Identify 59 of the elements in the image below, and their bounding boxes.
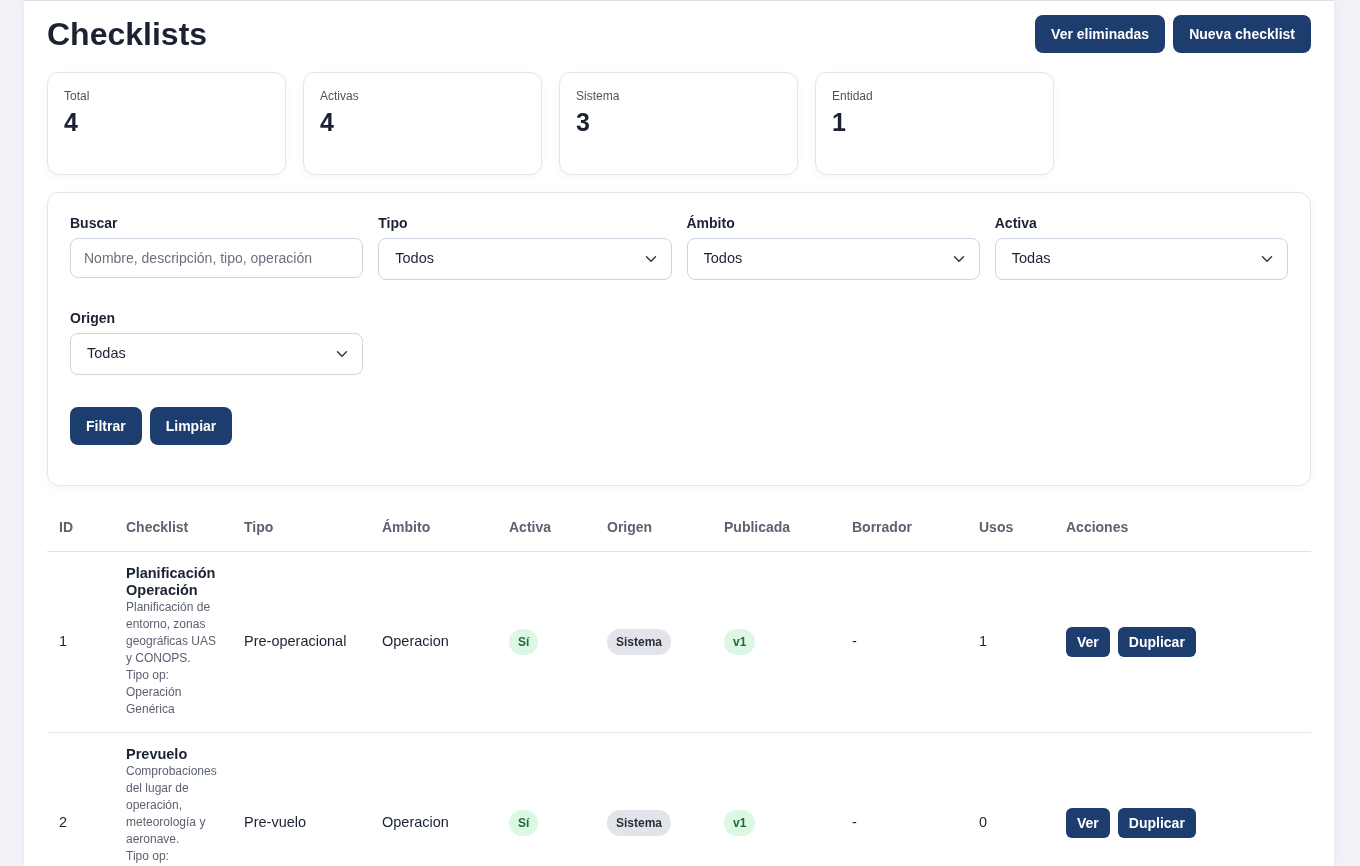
view-button[interactable]: Ver <box>1066 808 1110 838</box>
type-text: Pre-vuelo <box>244 814 307 831</box>
filter-button[interactable]: Filtrar <box>70 407 142 445</box>
checklist-name: Prevuelo <box>126 746 189 763</box>
stat-value: 4 <box>64 107 79 137</box>
operation-type-text: Tipo op: Operación Genérica <box>126 667 183 718</box>
stat-label: Entidad <box>832 89 874 104</box>
stat-label: Activas <box>320 89 360 104</box>
operation-type-text: Tipo op: <box>126 848 170 865</box>
origin-badge: Sistema <box>607 810 672 836</box>
duplicate-button[interactable]: Duplicar <box>1117 808 1196 838</box>
stat-value: 1 <box>832 107 847 137</box>
scope-text: Operacion <box>382 633 449 650</box>
column-header: ID <box>59 519 73 535</box>
filter-select[interactable]: Todos <box>378 238 672 280</box>
column-header: Publicada <box>724 519 791 535</box>
type-text: Pre-operacional <box>244 633 347 650</box>
filter-select[interactable]: Todas <box>70 333 364 375</box>
uses-count: 1 <box>979 633 988 650</box>
draft-text: - <box>852 814 857 831</box>
filter-label: Tipo <box>378 215 409 232</box>
filter-select[interactable]: Todas <box>994 238 1288 280</box>
view-deleted-button[interactable]: Ver eliminadas <box>1035 15 1166 53</box>
duplicate-button[interactable]: Duplicar <box>1117 627 1196 657</box>
filter-select[interactable]: Todos <box>686 238 980 280</box>
column-header: Activa <box>509 519 552 535</box>
stat-value: 3 <box>576 107 591 137</box>
checklist-description: Planificación de entorno, zonas geográficas UAS y CONOPS. <box>126 599 218 667</box>
uses-count: 0 <box>979 814 988 831</box>
column-header: Checklist <box>126 519 189 535</box>
active-status-badge: Sí <box>509 810 539 836</box>
origin-badge: Sistema <box>607 629 672 655</box>
clear-button[interactable]: Limpiar <box>149 407 233 445</box>
page-title: Checklists <box>47 15 208 53</box>
column-header: Acciones <box>1066 519 1129 535</box>
view-button[interactable]: Ver <box>1066 627 1110 657</box>
draft-text: - <box>852 633 857 650</box>
new-checklist-button[interactable]: Nueva checklist <box>1173 15 1311 53</box>
active-status-badge: Sí <box>509 629 539 655</box>
stat-label: Sistema <box>576 89 621 104</box>
column-header: Usos <box>979 519 1014 535</box>
filter-label: Ámbito <box>686 215 736 232</box>
column-header: Tipo <box>244 519 274 535</box>
column-header: Ámbito <box>382 519 431 535</box>
id-text: 1 <box>59 633 68 650</box>
column-header: Origen <box>607 519 653 535</box>
column-header: Borrador <box>852 519 912 535</box>
filter-label: Buscar <box>70 215 119 232</box>
id-text: 2 <box>59 814 68 831</box>
scope-text: Operacion <box>382 814 449 831</box>
filter-label: Activa <box>994 215 1038 232</box>
stat-label: Total <box>64 89 91 104</box>
search-field[interactable]: Nombre, descripción, tipo, operación <box>70 238 364 278</box>
version-badge: v1 <box>724 629 756 655</box>
checklist-description: Comprobaciones del lugar de operación, meteorología y aeronave. <box>126 763 218 848</box>
filter-label: Origen <box>70 310 117 327</box>
stat-value: 4 <box>320 107 335 137</box>
version-badge: v1 <box>724 810 756 836</box>
checklist-name: Planificación Operación <box>126 565 217 599</box>
